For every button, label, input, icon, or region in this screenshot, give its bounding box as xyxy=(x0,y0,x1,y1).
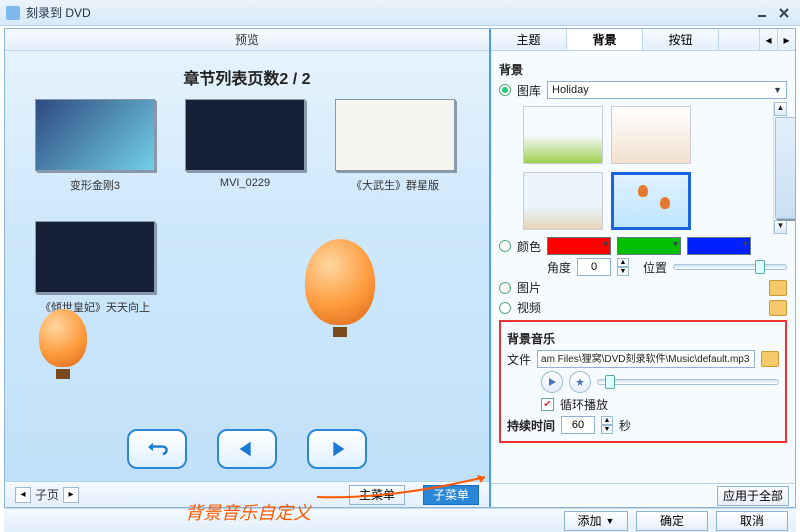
music-file-field[interactable]: am Files\狸窝\DVD刻录软件\Music\default.mp3 xyxy=(537,350,755,368)
preview-header: 预览 xyxy=(5,29,489,51)
subpage-stepper: ◂ 子页 ▸ xyxy=(15,486,79,503)
bg-section-header: 背景 xyxy=(499,61,787,78)
main-area: 预览 章节列表页数2 / 2 变形金刚3 MVI_0229 《大武生》群星版 《… xyxy=(4,28,796,508)
chapter-label: 《大武生》群星版 xyxy=(335,177,455,193)
chapter-grid: 变形金刚3 MVI_0229 《大武生》群星版 《倾世皇妃》天天向上 xyxy=(5,99,489,315)
library-selected: Holiday xyxy=(552,84,589,96)
loop-checkbox[interactable]: ✔ xyxy=(541,398,554,411)
music-stop-button[interactable] xyxy=(569,371,591,393)
close-button[interactable] xyxy=(774,5,794,21)
duration-spinner[interactable]: ▲▼ xyxy=(601,416,613,434)
balloon-decoration xyxy=(305,239,375,337)
settings-footer: 应用于全部 xyxy=(491,483,795,507)
apply-all-button[interactable]: 应用于全部 xyxy=(717,486,789,506)
settings-panel: 主题 背景 按钮 ◂ ▸ 背景 图库 Holiday ▼ xyxy=(491,29,795,507)
music-progress-slider[interactable] xyxy=(597,379,779,385)
radio-color-label: 颜色 xyxy=(517,238,541,255)
radio-image[interactable] xyxy=(499,282,511,294)
duration-unit: 秒 xyxy=(619,417,631,434)
app-icon xyxy=(6,6,20,20)
radio-library-label: 图库 xyxy=(517,82,541,99)
browse-video[interactable] xyxy=(769,300,787,316)
browse-image[interactable] xyxy=(769,280,787,296)
next-button[interactable] xyxy=(307,429,367,469)
chapter-item[interactable]: MVI_0229 xyxy=(185,99,305,193)
scroll-up[interactable]: ▲ xyxy=(774,102,787,116)
chapter-item[interactable]: 《倾世皇妃》天天向上 xyxy=(35,221,155,315)
library-swatches xyxy=(499,102,773,234)
position-label: 位置 xyxy=(643,259,667,276)
scroll-thumb[interactable] xyxy=(775,117,795,219)
settings-body: 背景 图库 Holiday ▼ xyxy=(491,51,795,483)
settings-tabs: 主题 背景 按钮 ◂ ▸ xyxy=(491,29,795,51)
return-button[interactable] xyxy=(127,429,187,469)
swatch[interactable] xyxy=(611,106,691,164)
minimize-button[interactable] xyxy=(752,5,772,21)
angle-spinner[interactable]: ▲▼ xyxy=(617,258,629,276)
angle-label: 角度 xyxy=(547,259,571,276)
position-slider[interactable] xyxy=(673,264,787,270)
chapter-thumbnail xyxy=(35,221,155,293)
radio-image-label: 图片 xyxy=(517,279,541,296)
window-title: 刻录到 DVD xyxy=(26,4,91,21)
chapter-label: 变形金刚3 xyxy=(35,177,155,193)
bg-music-section: 背景音乐 文件 am Files\狸窝\DVD刻录软件\Music\defaul… xyxy=(499,320,787,443)
radio-video[interactable] xyxy=(499,302,511,314)
subpage-prev[interactable]: ◂ xyxy=(15,487,31,503)
swatch[interactable] xyxy=(523,172,603,230)
tab-theme[interactable]: 主题 xyxy=(491,29,567,50)
music-play-button[interactable] xyxy=(541,371,563,393)
chevron-down-icon: ▼ xyxy=(606,516,615,526)
angle-input[interactable] xyxy=(577,258,611,276)
ok-button[interactable]: 确定 xyxy=(636,511,708,531)
dialog-footer: 添加 ▼ 确定 取消 xyxy=(4,508,796,532)
swatch[interactable] xyxy=(523,106,603,164)
radio-color[interactable] xyxy=(499,240,511,252)
loop-label: 循环播放 xyxy=(560,396,608,413)
swatch-selected[interactable] xyxy=(611,172,691,230)
duration-label: 持续时间 xyxy=(507,417,555,434)
swatches-scrollbar[interactable]: ▲ ▼ xyxy=(773,102,787,234)
chapter-thumbnail xyxy=(185,99,305,171)
scroll-down[interactable]: ▼ xyxy=(774,220,787,234)
chapter-thumbnail xyxy=(335,99,455,171)
radio-library[interactable] xyxy=(499,84,511,96)
annotation-arrow xyxy=(315,471,495,501)
balloon-decoration xyxy=(39,309,87,379)
tab-background[interactable]: 背景 xyxy=(567,29,643,50)
tabs-scroll-right[interactable]: ▸ xyxy=(777,29,795,50)
browse-music[interactable] xyxy=(761,351,779,367)
chapter-item[interactable]: 变形金刚3 xyxy=(35,99,155,193)
page-title: 章节列表页数2 / 2 xyxy=(5,65,489,89)
color-3[interactable] xyxy=(687,237,751,255)
tabs-scroll-left[interactable]: ◂ xyxy=(759,29,777,50)
titlebar: 刻录到 DVD xyxy=(0,0,800,26)
preview-panel: 预览 章节列表页数2 / 2 变形金刚3 MVI_0229 《大武生》群星版 《… xyxy=(5,29,491,507)
subpage-next[interactable]: ▸ xyxy=(63,487,79,503)
chapter-label: MVI_0229 xyxy=(185,177,305,189)
add-label: 添加 xyxy=(578,512,602,529)
cancel-button[interactable]: 取消 xyxy=(716,511,788,531)
subpage-label: 子页 xyxy=(35,486,59,503)
chevron-down-icon: ▼ xyxy=(773,85,782,95)
color-1[interactable] xyxy=(547,237,611,255)
add-button[interactable]: 添加 ▼ xyxy=(564,511,628,531)
duration-input[interactable] xyxy=(561,416,595,434)
color-2[interactable] xyxy=(617,237,681,255)
handwriting-annotation: 背景音乐自定义 xyxy=(185,499,311,525)
file-label: 文件 xyxy=(507,351,531,368)
library-dropdown[interactable]: Holiday ▼ xyxy=(547,81,787,99)
radio-video-label: 视频 xyxy=(517,299,541,316)
chapter-item[interactable]: 《大武生》群星版 xyxy=(335,99,455,193)
music-header: 背景音乐 xyxy=(507,330,779,347)
nav-row xyxy=(5,429,489,469)
chapter-thumbnail xyxy=(35,99,155,171)
prev-button[interactable] xyxy=(217,429,277,469)
tab-button[interactable]: 按钮 xyxy=(643,29,719,50)
